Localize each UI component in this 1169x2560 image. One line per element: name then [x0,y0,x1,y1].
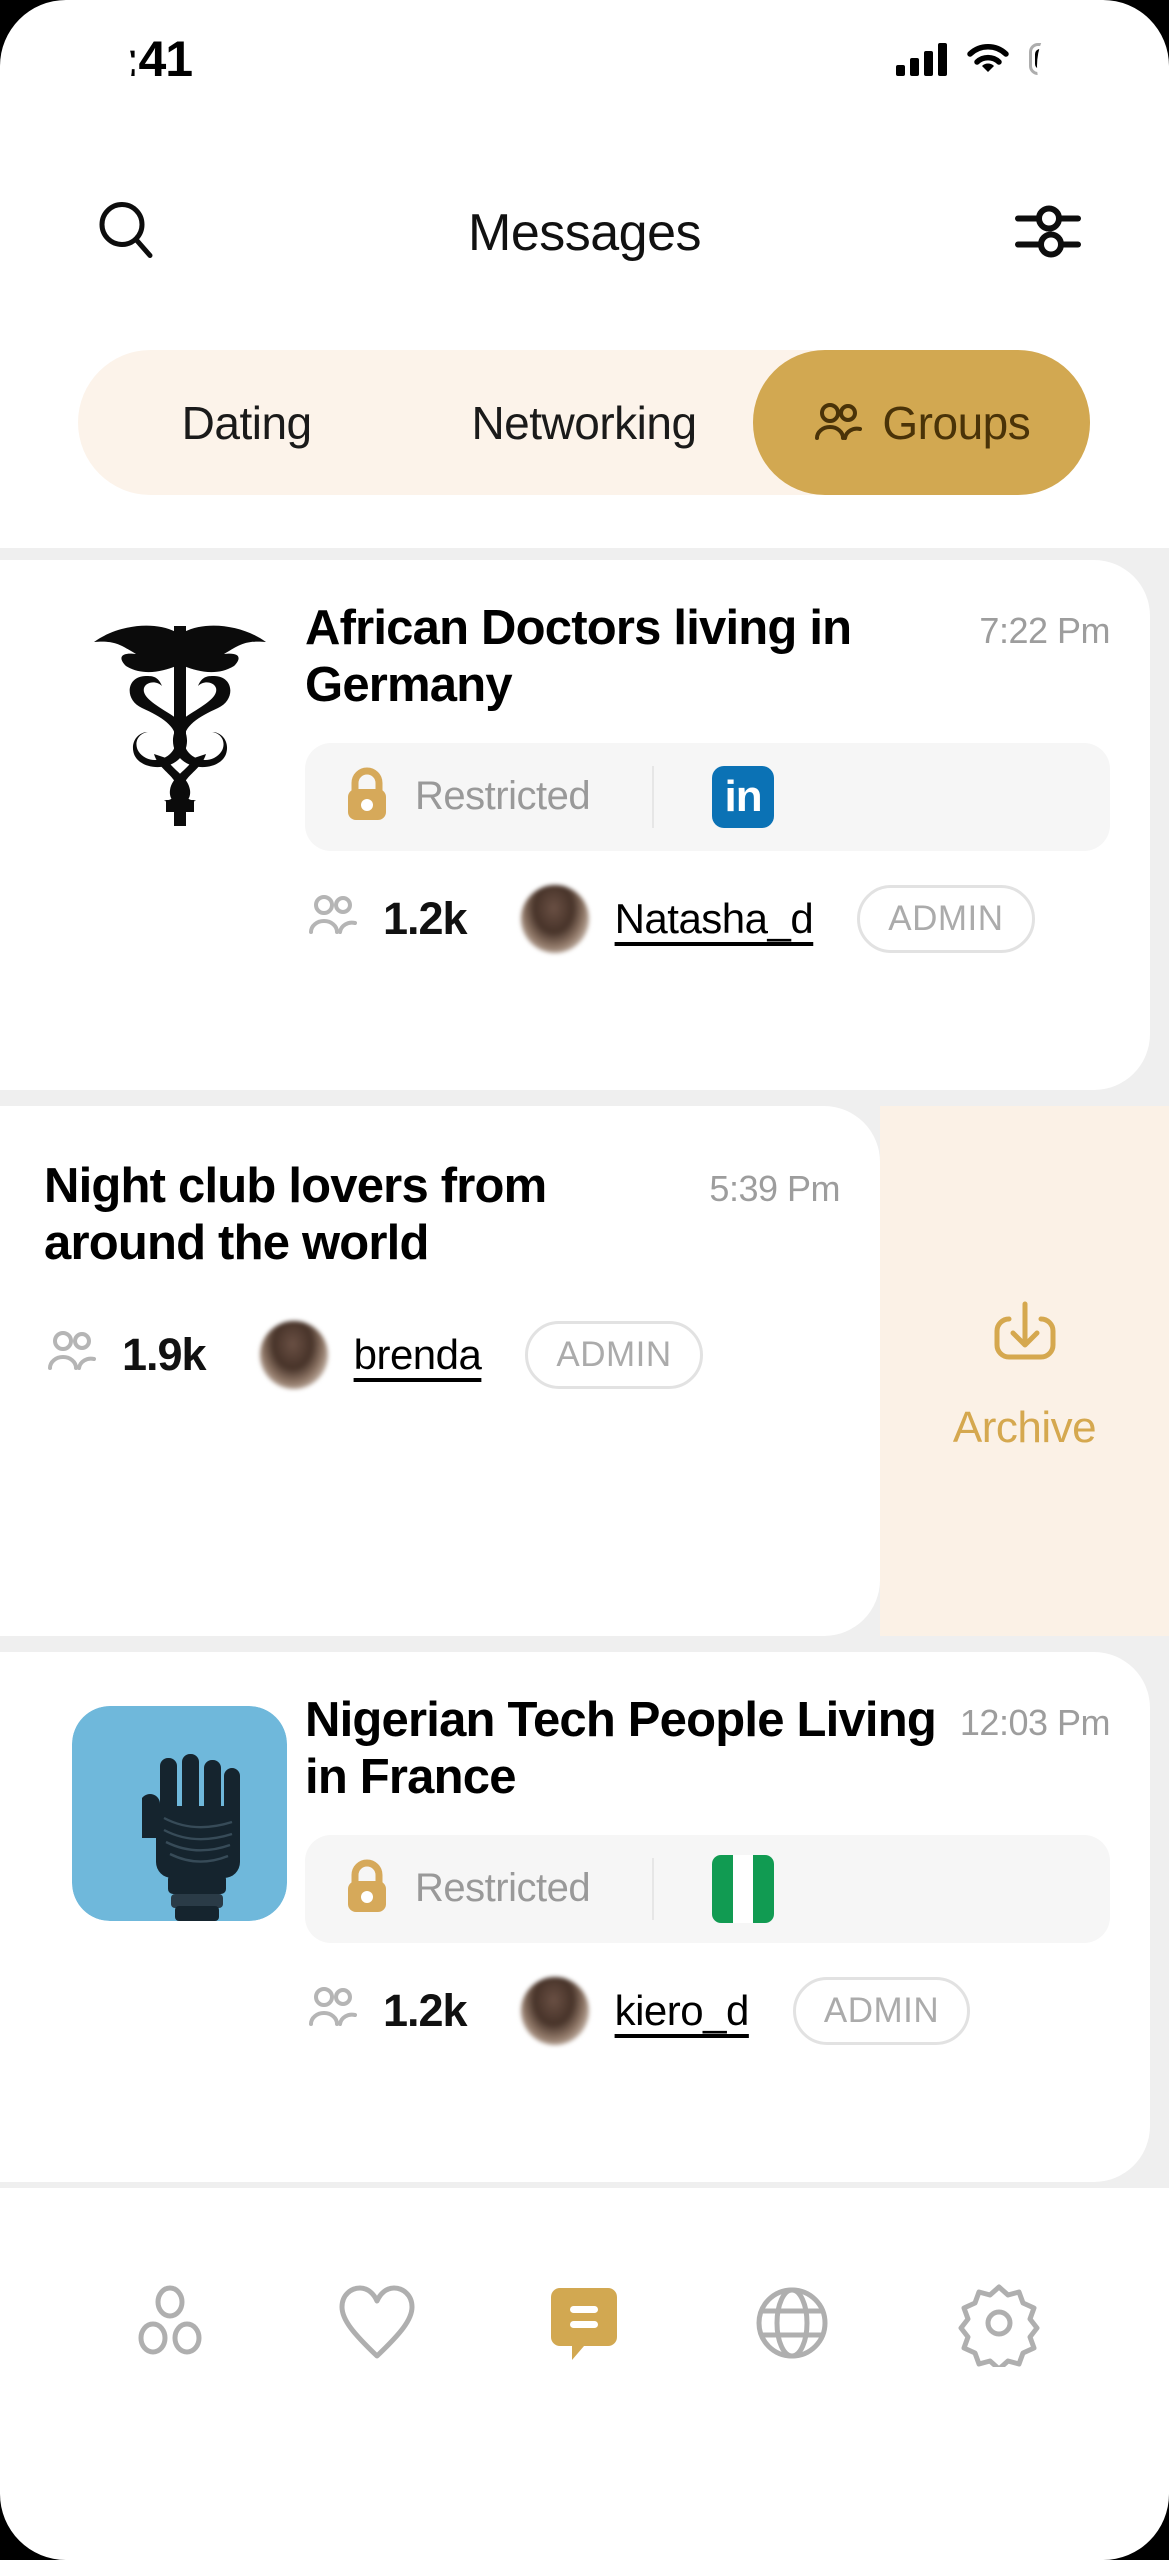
tab-networking-label: Networking [471,396,697,449]
member-count: 1.2k [383,892,468,944]
conversation-card[interactable]: Night club lovers from around the world … [0,1106,880,1636]
tab-networking[interactable]: Networking [415,350,752,495]
members-row: 1.9k brenda ADMIN [44,1320,840,1389]
admin-name[interactable]: Natasha_d [615,895,814,943]
nav-discover[interactable] [104,2266,236,2384]
lock-icon [341,1856,393,1921]
group-meta-pill: Restricted [305,1834,1110,1943]
group-title: Nigerian Tech People Living in France [305,1693,937,1805]
avatar [520,1976,589,2045]
tab-dating-label: Dating [181,396,312,449]
archive-download-icon [982,1290,1068,1381]
screen-corner-mask [0,0,132,132]
conversation-card[interactable]: Nigerian Tech People Living in France 12… [0,1652,1150,2182]
people-circles-icon [127,2280,213,2371]
member-count: 1.9k [122,1328,207,1380]
message-time: 12:03 Pm [959,1702,1111,1743]
members-row: 1.2k kiero_d ADMIN [305,1976,1110,2045]
lock-icon [341,764,393,829]
admin-name[interactable]: kiero_d [615,1987,750,2035]
group-title: African Doctors living in Germany [305,601,852,713]
nav-likes[interactable] [311,2266,443,2384]
linkedin-mark: in [712,765,775,828]
tab-dating[interactable]: Dating [78,350,415,495]
nigeria-flag-icon [712,1854,775,1923]
message-time: 7:22 Pm [979,610,1110,651]
search-icon[interactable] [96,200,158,267]
avatar [259,1320,328,1389]
avatar [520,884,589,953]
meta-divider [652,765,655,828]
status-badge: ADMIN [857,884,1035,953]
group-meta-pill: Restricted in [305,742,1110,851]
globe-icon [749,2280,835,2371]
linkedin-icon: in [712,765,775,828]
category-tabs: Dating Networking Groups [78,350,1090,495]
members-row: 1.2k Natasha_d ADMIN [305,884,1110,953]
admin-name[interactable]: brenda [354,1331,482,1379]
status-bar: 9:41 [0,0,1169,118]
screen-corner-mask [0,2428,132,2560]
people-icon [44,1330,100,1379]
people-icon [305,894,361,943]
meta-divider [652,1857,655,1920]
phone-screen: 9:41 Messages Dating Networking Groups A… [0,0,1169,2560]
status-badge: ADMIN [525,1320,703,1389]
screen-corner-mask [1037,2428,1169,2560]
cellular-signal-icon [896,42,947,76]
screen-corner-mask [1037,0,1169,132]
status-badge: ADMIN [792,1976,971,2045]
conversation-list: Archive African Doctors living in German… [0,548,1169,2188]
bottom-navigation-bar [0,2188,1169,2560]
conversation-card[interactable]: African Doctors living in Germany 7:22 P… [0,560,1150,1090]
group-title: Night club lovers from around the world [44,1159,547,1271]
nav-settings[interactable] [933,2266,1065,2384]
wifi-icon [967,44,1009,72]
robotic-hand-image [72,1706,287,1921]
filter-sliders-icon[interactable] [1015,200,1081,267]
tab-groups-label: Groups [882,396,1031,449]
privacy-label: Restricted [415,774,591,819]
nav-explore[interactable] [726,2266,858,2384]
people-icon [305,1986,361,2035]
tab-groups[interactable]: Groups [752,350,1090,495]
top-navigation-bar: Messages [0,168,1169,298]
people-group-icon [812,402,864,444]
message-time: 5:39 Pm [709,1168,840,1209]
archive-label: Archive [952,1402,1097,1452]
nav-messages[interactable] [518,2266,650,2384]
privacy-label: Restricted [415,1866,591,1911]
archive-swipe-action[interactable]: Archive [880,1106,1169,1636]
chat-bubble-icon [548,2280,620,2371]
caduceus-medical-icon [72,614,287,829]
member-count: 1.2k [383,1984,468,2036]
page-title: Messages [468,204,702,262]
heart-icon [332,2280,422,2371]
gear-icon [955,2279,1043,2372]
